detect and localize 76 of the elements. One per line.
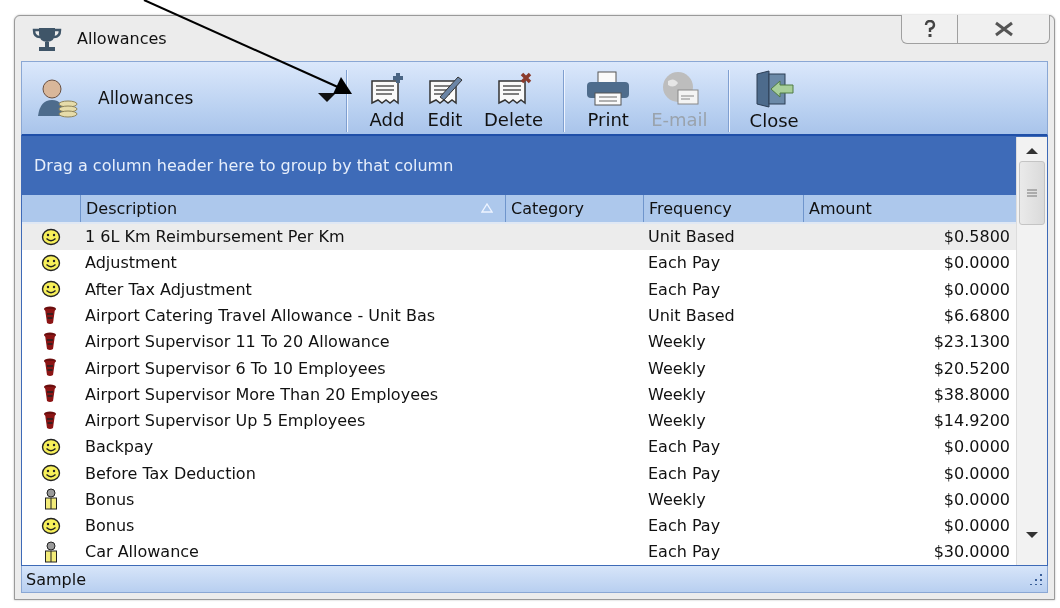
toolbar-button[interactable]: Close bbox=[739, 62, 809, 134]
document-plus-icon bbox=[368, 70, 406, 107]
smiley-icon bbox=[41, 227, 61, 246]
scrollbar[interactable] bbox=[1016, 137, 1047, 565]
table-cell-text: Each Pay bbox=[647, 437, 722, 457]
person-icon bbox=[43, 488, 59, 511]
table-cell-text: Each Pay bbox=[647, 516, 722, 536]
table-cell-text: $0.0000 bbox=[942, 489, 1011, 509]
status-text: Sample bbox=[26, 569, 86, 589]
table-cell-text: Airport Catering Travel Allowance - Unit Bas bbox=[84, 306, 436, 325]
table-row[interactable]: 1 6L Km Reimbursement Per Km Unit Based $0.5800 bbox=[22, 223, 1016, 250]
table-cell-text: Each Pay bbox=[647, 463, 722, 483]
table-cell-text: Weekly bbox=[647, 332, 707, 352]
table-cell-text: Bonus bbox=[84, 489, 136, 509]
dropdown-caret-icon[interactable] bbox=[318, 93, 336, 103]
table-cell-text: $0.0000 bbox=[942, 516, 1011, 536]
cylinder-icon bbox=[43, 410, 59, 431]
table-cell-text: $0.0000 bbox=[942, 253, 1011, 273]
table-cell-text: $6.6800 bbox=[942, 306, 1011, 325]
toolbar-button[interactable]: Print bbox=[575, 62, 642, 134]
cylinder-icon bbox=[43, 358, 59, 379]
table-cell-text: After Tax Adjustment bbox=[84, 279, 253, 299]
toolbar-button[interactable]: Edit bbox=[416, 62, 474, 134]
table-cell-text: Airport Supervisor More Than 20 Employees bbox=[84, 384, 440, 404]
table-cell-text: $0.0000 bbox=[942, 463, 1011, 483]
table-cell-text: Unit Based bbox=[647, 227, 736, 247]
cylinder-icon bbox=[43, 305, 59, 326]
table-cell-text: $0.0000 bbox=[942, 279, 1011, 299]
table-cell-text: $0.5800 bbox=[942, 227, 1011, 247]
table-cell-text: Weekly bbox=[647, 411, 707, 431]
trophy-icon bbox=[31, 25, 63, 52]
window-title: Allowances bbox=[77, 29, 167, 48]
smiley-icon bbox=[41, 464, 61, 483]
group-by-hint: Drag a column header here to group by that column bbox=[34, 156, 454, 176]
printer-icon bbox=[585, 70, 632, 107]
toolbar-button[interactable]: Add bbox=[358, 62, 416, 134]
cylinder-icon bbox=[43, 384, 59, 405]
smiley-icon bbox=[41, 437, 61, 456]
table-cell-text: $30.0000 bbox=[932, 542, 1011, 562]
table-cell-text: Backpay bbox=[84, 437, 155, 457]
table-cell-text: $38.8000 bbox=[932, 384, 1011, 404]
smiley-icon bbox=[41, 254, 61, 272]
table-cell-text: Weekly bbox=[647, 358, 707, 378]
table-cell-text: Airport Supervisor Up 5 Employees bbox=[84, 411, 367, 431]
column-header[interactable]: Frequency bbox=[643, 194, 803, 222]
table-cell-text: $20.5200 bbox=[932, 358, 1011, 378]
help-icon bbox=[922, 20, 937, 38]
table-cell-text: Adjustment bbox=[84, 253, 178, 273]
table-cell-text: Before Tax Deduction bbox=[84, 463, 257, 483]
table-cell-text: $14.9200 bbox=[932, 411, 1011, 431]
close-icon bbox=[992, 21, 1015, 37]
column-header[interactable]: Description bbox=[80, 194, 505, 222]
table-cell-text: Each Pay bbox=[647, 279, 722, 299]
table-cell-text: Car Allowance bbox=[84, 542, 200, 562]
table-cell-text: Bonus bbox=[84, 516, 136, 536]
resize-grip-icon[interactable] bbox=[1029, 572, 1043, 586]
cylinder-icon bbox=[43, 331, 59, 352]
scroll-down-icon[interactable] bbox=[1026, 531, 1038, 539]
person-icon bbox=[43, 540, 59, 563]
toolbar-button[interactable]: Delete bbox=[474, 62, 554, 134]
table-cell-text: Airport Supervisor 6 To 10 Employees bbox=[84, 358, 387, 378]
table-cell-text: $0.0000 bbox=[942, 437, 1011, 457]
table-cell-text: 1 6L Km Reimbursement Per Km bbox=[84, 227, 346, 247]
table-cell-text: Weekly bbox=[647, 489, 707, 509]
table-cell-text: Unit Based bbox=[647, 306, 736, 325]
scroll-thumb[interactable] bbox=[1019, 161, 1045, 225]
smiley-icon bbox=[41, 516, 61, 535]
smiley-icon bbox=[41, 280, 61, 299]
table-cell-text: Each Pay bbox=[647, 542, 722, 562]
table-cell-text: Weekly bbox=[647, 384, 707, 404]
column-header[interactable]: Category bbox=[505, 194, 643, 222]
table-cell-text: Each Pay bbox=[647, 253, 722, 273]
scroll-up-icon[interactable] bbox=[1026, 147, 1038, 155]
table-cell-text: $23.1300 bbox=[932, 332, 1011, 352]
table-cell-text: Airport Supervisor 11 To 20 Allowance bbox=[84, 332, 391, 352]
dropdown-label[interactable]: Allowances bbox=[98, 88, 302, 108]
